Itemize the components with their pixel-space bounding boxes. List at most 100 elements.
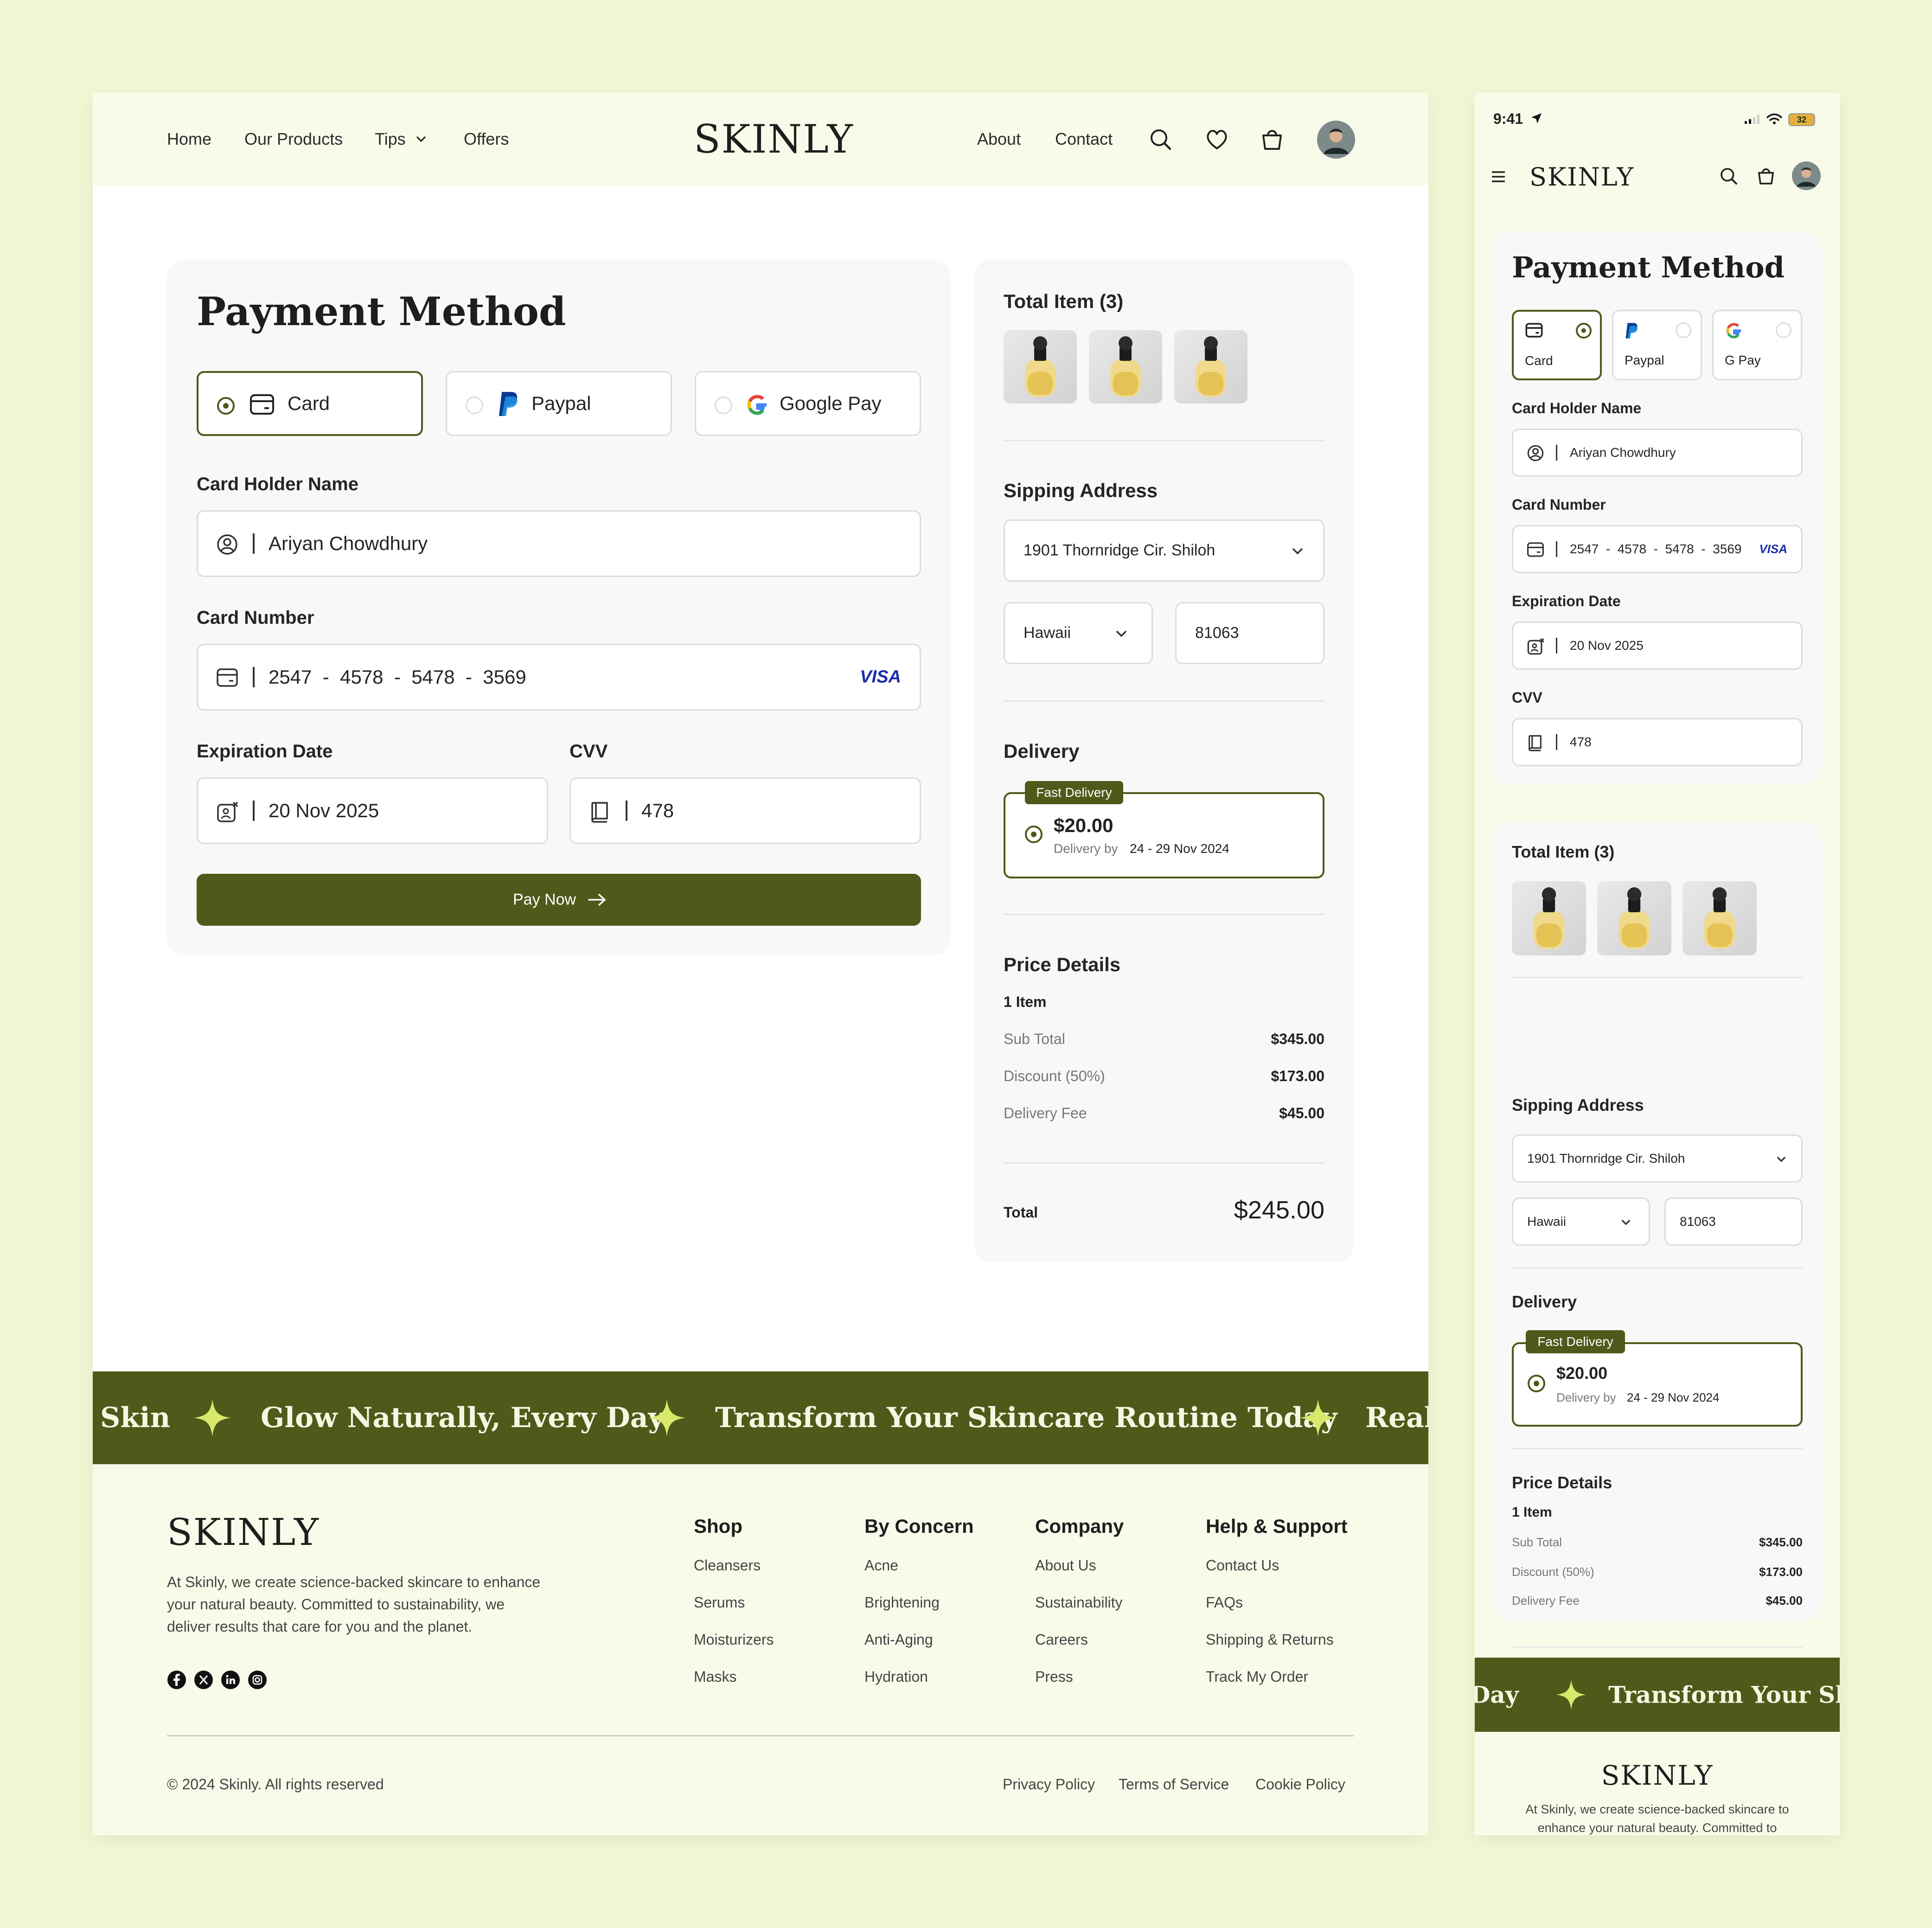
card-holder-field[interactable]: Ariyan Chowdhury bbox=[197, 510, 921, 577]
footer-link[interactable]: Shipping & Returns bbox=[1206, 1631, 1334, 1648]
paypal-radio[interactable] bbox=[466, 397, 483, 414]
product-thumbnail[interactable] bbox=[1512, 881, 1586, 955]
footer-link[interactable]: Brightening bbox=[864, 1594, 940, 1611]
expiration-date-value[interactable]: 20 Nov 2025 bbox=[1570, 638, 1644, 653]
footer-link[interactable]: About Us bbox=[1035, 1557, 1096, 1574]
nav-home[interactable]: Home bbox=[167, 129, 211, 149]
brand-logo[interactable]: SKINLY bbox=[694, 117, 854, 161]
nav-our-products[interactable]: Our Products bbox=[244, 129, 343, 149]
zip-field[interactable]: 81063 bbox=[1175, 602, 1324, 664]
pay-now-button[interactable]: Pay Now bbox=[197, 874, 921, 926]
privacy-policy-link[interactable]: Privacy Policy bbox=[1003, 1776, 1095, 1793]
expiration-date-value[interactable]: 20 Nov 2025 bbox=[269, 800, 379, 822]
footer-link[interactable]: Track My Order bbox=[1206, 1668, 1308, 1685]
address-select[interactable]: 1901 Thornridge Cir. Shiloh bbox=[1512, 1134, 1803, 1183]
cookie-policy-link[interactable]: Cookie Policy bbox=[1255, 1776, 1345, 1793]
card-number-field[interactable]: 2547 - 4578 - 5478 - 3569 VISA bbox=[1512, 525, 1803, 573]
linkedin-icon[interactable] bbox=[221, 1670, 240, 1690]
paypal-radio[interactable] bbox=[1676, 322, 1691, 338]
zip-value: 81063 bbox=[1680, 1214, 1716, 1229]
payment-option-google-pay[interactable]: G Pay bbox=[1712, 310, 1802, 380]
search-icon[interactable] bbox=[1149, 128, 1172, 151]
payment-option-label: Paypal bbox=[531, 392, 591, 414]
price-row-label: Delivery Fee bbox=[1004, 1105, 1087, 1121]
instagram-icon[interactable] bbox=[248, 1670, 267, 1690]
state-select[interactable]: Hawaii bbox=[1512, 1198, 1650, 1246]
footer-link[interactable]: Careers bbox=[1035, 1631, 1088, 1648]
total-label: Total bbox=[1004, 1204, 1038, 1221]
terms-link[interactable]: Terms of Service bbox=[1119, 1776, 1229, 1793]
product-thumbnail[interactable] bbox=[1683, 881, 1757, 955]
mobile-page: 9:41 32 SKINLY Payment Method Card Paypa… bbox=[1475, 93, 1840, 1835]
address-select[interactable]: 1901 Thornridge Cir. Shiloh bbox=[1004, 519, 1324, 582]
heart-icon[interactable] bbox=[1205, 128, 1229, 151]
footer-link[interactable]: Anti-Aging bbox=[864, 1631, 933, 1648]
product-thumbnail[interactable] bbox=[1004, 330, 1077, 404]
footer-link[interactable]: Press bbox=[1035, 1668, 1073, 1685]
cvv-value[interactable]: 478 bbox=[641, 800, 674, 822]
footer-link[interactable]: Serums bbox=[694, 1594, 745, 1611]
card-holder-label: Card Holder Name bbox=[197, 474, 358, 494]
card-number-label: Card Number bbox=[197, 608, 314, 628]
user-icon bbox=[217, 534, 238, 555]
footer-logo[interactable]: SKINLY bbox=[1475, 1760, 1840, 1791]
footer-link[interactable]: Contact Us bbox=[1206, 1557, 1279, 1574]
footer-link[interactable]: Sustainability bbox=[1035, 1594, 1123, 1611]
card-holder-value[interactable]: Ariyan Chowdhury bbox=[1570, 445, 1676, 460]
product-thumbnail[interactable] bbox=[1089, 330, 1162, 404]
delivery-option[interactable]: $20.00 Delivery by 24 - 29 Nov 2024 bbox=[1512, 1342, 1803, 1427]
payment-option-google-pay[interactable]: Google Pay bbox=[695, 371, 921, 436]
payment-option-card[interactable]: Card bbox=[197, 371, 423, 436]
product-thumbnail[interactable] bbox=[1174, 330, 1247, 404]
footer-link[interactable]: FAQs bbox=[1206, 1594, 1243, 1611]
card-number-value[interactable]: 2547 - 4578 - 5478 - 3569 bbox=[269, 666, 526, 688]
state-select[interactable]: Hawaii bbox=[1004, 602, 1153, 664]
shopping-bag-icon[interactable] bbox=[1260, 127, 1284, 151]
footer-link[interactable]: Acne bbox=[864, 1557, 898, 1574]
nav-tips[interactable]: Tips bbox=[375, 129, 406, 149]
card-radio[interactable] bbox=[1576, 323, 1592, 339]
cvv-value[interactable]: 478 bbox=[1570, 735, 1592, 749]
hamburger-menu-icon[interactable] bbox=[1491, 170, 1506, 184]
footer-logo[interactable]: SKINLY bbox=[167, 1511, 320, 1554]
facebook-icon[interactable] bbox=[167, 1670, 186, 1690]
payment-option-card[interactable]: Card bbox=[1512, 310, 1602, 380]
brand-logo[interactable]: SKINLY bbox=[1529, 162, 1634, 192]
expiration-date-field[interactable]: 20 Nov 2025 bbox=[1512, 621, 1803, 670]
card-holder-value[interactable]: Ariyan Chowdhury bbox=[269, 532, 428, 555]
card-radio[interactable] bbox=[217, 397, 235, 415]
book-icon bbox=[589, 801, 610, 823]
delivery-radio[interactable] bbox=[1025, 826, 1043, 843]
nav-offers[interactable]: Offers bbox=[464, 129, 509, 149]
search-icon[interactable] bbox=[1720, 167, 1738, 186]
nav-about[interactable]: About bbox=[977, 129, 1021, 149]
payment-option-paypal[interactable]: Paypal bbox=[1612, 310, 1702, 380]
delivery-radio[interactable] bbox=[1528, 1375, 1545, 1392]
chevron-down-icon[interactable] bbox=[414, 134, 428, 145]
footer-link[interactable]: Cleansers bbox=[694, 1557, 761, 1574]
credit-card-icon bbox=[1527, 542, 1544, 557]
footer-col-title: Company bbox=[1035, 1515, 1124, 1537]
card-number-field[interactable]: 2547 - 4578 - 5478 - 3569 VISA bbox=[197, 644, 921, 711]
cvv-field[interactable]: 478 bbox=[1512, 718, 1803, 766]
expiration-date-field[interactable]: 20 Nov 2025 bbox=[197, 777, 548, 844]
payment-option-paypal[interactable]: Paypal bbox=[446, 371, 672, 436]
footer-link[interactable]: Moisturizers bbox=[694, 1631, 774, 1648]
product-thumbnail[interactable] bbox=[1597, 881, 1671, 955]
x-icon[interactable] bbox=[194, 1670, 213, 1690]
card-number-value[interactable]: 2547 - 4578 - 5478 - 3569 bbox=[1570, 542, 1741, 557]
google-pay-radio[interactable] bbox=[715, 397, 732, 414]
footer-link[interactable]: Hydration bbox=[864, 1668, 928, 1685]
avatar[interactable] bbox=[1317, 121, 1355, 159]
card-holder-field[interactable]: Ariyan Chowdhury bbox=[1512, 429, 1803, 477]
zip-field[interactable]: 81063 bbox=[1664, 1198, 1803, 1246]
google-pay-radio[interactable] bbox=[1776, 322, 1791, 338]
battery-indicator: 32 bbox=[1788, 113, 1815, 126]
delivery-title: Delivery bbox=[1004, 740, 1080, 762]
shopping-bag-icon[interactable] bbox=[1757, 166, 1775, 186]
footer-link[interactable]: Masks bbox=[694, 1668, 736, 1685]
delivery-option[interactable]: $20.00 Delivery by 24 - 29 Nov 2024 bbox=[1004, 792, 1324, 878]
nav-contact[interactable]: Contact bbox=[1055, 129, 1113, 149]
avatar[interactable] bbox=[1792, 161, 1821, 190]
cvv-field[interactable]: 478 bbox=[569, 777, 921, 844]
